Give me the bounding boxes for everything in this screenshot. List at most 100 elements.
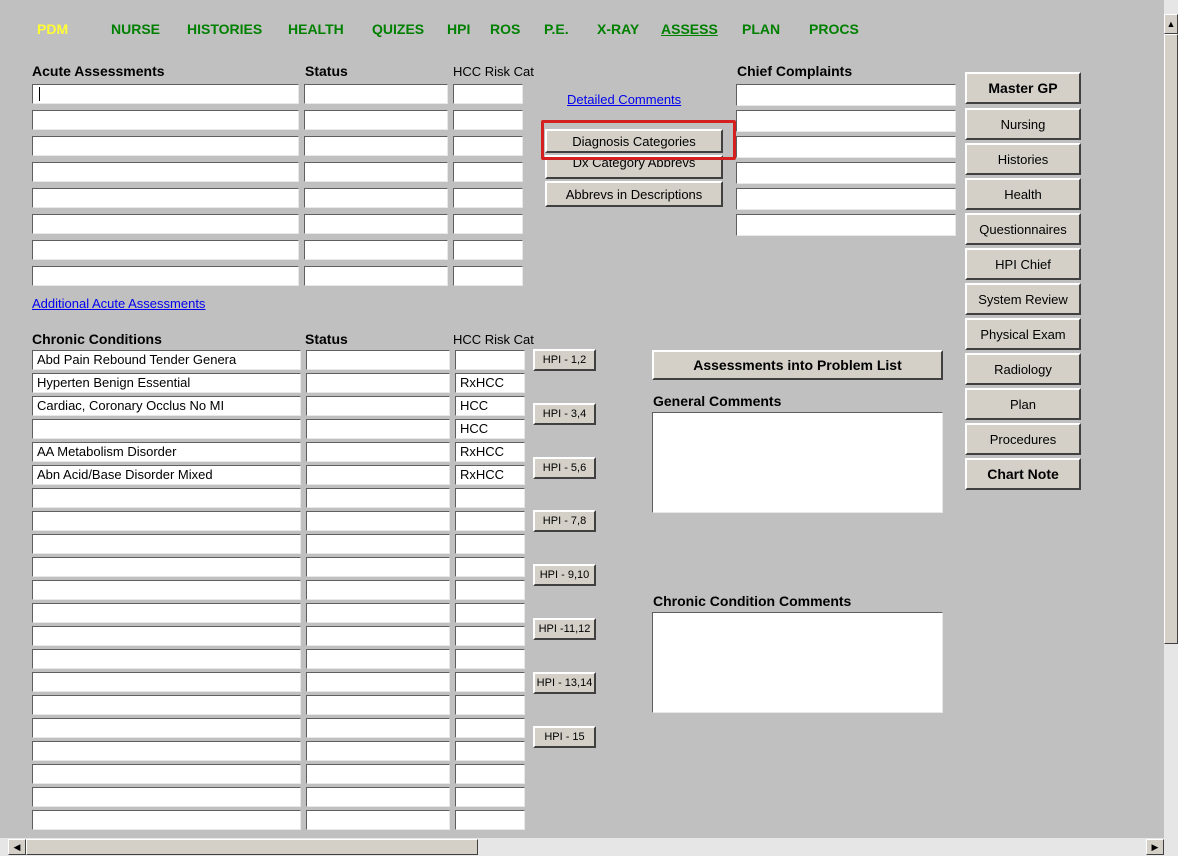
acute-status-input[interactable] xyxy=(304,84,448,104)
chronic-hcc-input[interactable] xyxy=(455,810,525,830)
acute-status-input[interactable] xyxy=(304,162,448,182)
system-review-button[interactable]: System Review xyxy=(965,283,1081,315)
chronic-status-input[interactable] xyxy=(306,649,450,669)
chronic-status-input[interactable] xyxy=(306,741,450,761)
chart-note-button[interactable]: Chart Note xyxy=(965,458,1081,490)
chronic-status-input[interactable] xyxy=(306,350,450,370)
nav-health[interactable]: HEALTH xyxy=(288,21,344,37)
chronic-hcc-input[interactable]: RxHCC xyxy=(455,465,525,485)
acute-assessment-input[interactable] xyxy=(32,84,299,104)
chronic-status-input[interactable] xyxy=(306,465,450,485)
nav-nurse[interactable]: NURSE xyxy=(111,21,160,37)
chronic-hcc-input[interactable] xyxy=(455,672,525,692)
nav-xray[interactable]: X-RAY xyxy=(597,21,639,37)
chronic-condition-input[interactable] xyxy=(32,626,301,646)
chronic-condition-input[interactable]: Cardiac, Coronary Occlus No MI xyxy=(32,396,301,416)
chief-complaint-input[interactable] xyxy=(736,84,956,106)
master-gp-button[interactable]: Master GP xyxy=(965,72,1081,104)
general-comments-textarea[interactable] xyxy=(652,412,943,513)
acute-hcc-input[interactable] xyxy=(453,188,523,208)
chronic-condition-input[interactable] xyxy=(32,695,301,715)
chronic-hcc-input[interactable] xyxy=(455,603,525,623)
chronic-condition-input[interactable] xyxy=(32,810,301,830)
chief-complaint-input[interactable] xyxy=(736,110,956,132)
acute-status-input[interactable] xyxy=(304,240,448,260)
hpi-3-4-button[interactable]: HPI - 3,4 xyxy=(533,403,596,425)
chronic-status-input[interactable] xyxy=(306,373,450,393)
additional-acute-assessments-link[interactable]: Additional Acute Assessments xyxy=(32,296,205,311)
nav-hpi[interactable]: HPI xyxy=(447,21,470,37)
chronic-condition-input[interactable] xyxy=(32,764,301,784)
questionnaires-button[interactable]: Questionnaires xyxy=(965,213,1081,245)
chief-complaint-input[interactable] xyxy=(736,136,956,158)
plan-button[interactable]: Plan xyxy=(965,388,1081,420)
chronic-condition-input[interactable]: AA Metabolism Disorder xyxy=(32,442,301,462)
hpi-5-6-button[interactable]: HPI - 5,6 xyxy=(533,457,596,479)
chronic-condition-input[interactable] xyxy=(32,603,301,623)
chronic-status-input[interactable] xyxy=(306,672,450,692)
acute-assessment-input[interactable] xyxy=(32,162,299,182)
chronic-status-input[interactable] xyxy=(306,718,450,738)
detailed-comments-link[interactable]: Detailed Comments xyxy=(567,92,681,107)
acute-assessment-input[interactable] xyxy=(32,188,299,208)
acute-assessment-input[interactable] xyxy=(32,136,299,156)
scroll-up-arrow-icon[interactable]: ▲ xyxy=(1164,14,1178,34)
chronic-status-input[interactable] xyxy=(306,695,450,715)
chronic-hcc-input[interactable] xyxy=(455,741,525,761)
procedures-button[interactable]: Procedures xyxy=(965,423,1081,455)
hpi-11-12-button[interactable]: HPI -11,12 xyxy=(533,618,596,640)
chronic-hcc-input[interactable] xyxy=(455,488,525,508)
hpi-7-8-button[interactable]: HPI - 7,8 xyxy=(533,510,596,532)
chronic-status-input[interactable] xyxy=(306,626,450,646)
nav-pdm[interactable]: PDM xyxy=(37,21,68,37)
chronic-status-input[interactable] xyxy=(306,603,450,623)
chronic-condition-input[interactable] xyxy=(32,534,301,554)
chronic-hcc-input[interactable] xyxy=(455,511,525,531)
radiology-button[interactable]: Radiology xyxy=(965,353,1081,385)
scroll-right-arrow-icon[interactable]: ▶ xyxy=(1146,839,1164,855)
hpi-9-10-button[interactable]: HPI - 9,10 xyxy=(533,564,596,586)
vertical-scroll-thumb[interactable] xyxy=(1164,34,1178,644)
acute-status-input[interactable] xyxy=(304,266,448,286)
acute-hcc-input[interactable] xyxy=(453,136,523,156)
chronic-condition-input[interactable] xyxy=(32,649,301,669)
horizontal-scroll-thumb[interactable] xyxy=(26,839,478,855)
chief-complaint-input[interactable] xyxy=(736,214,956,236)
chronic-hcc-input[interactable]: RxHCC xyxy=(455,373,525,393)
chronic-condition-input[interactable] xyxy=(32,580,301,600)
chronic-status-input[interactable] xyxy=(306,787,450,807)
chronic-condition-input[interactable] xyxy=(32,488,301,508)
chronic-condition-input[interactable]: Hyperten Benign Essential xyxy=(32,373,301,393)
acute-hcc-input[interactable] xyxy=(453,240,523,260)
scroll-left-arrow-icon[interactable]: ◀ xyxy=(8,839,26,855)
chronic-status-input[interactable] xyxy=(306,810,450,830)
health-button[interactable]: Health xyxy=(965,178,1081,210)
chronic-condition-input[interactable] xyxy=(32,718,301,738)
acute-hcc-input[interactable] xyxy=(453,110,523,130)
chronic-hcc-input[interactable] xyxy=(455,626,525,646)
nav-plan[interactable]: PLAN xyxy=(742,21,780,37)
chronic-status-input[interactable] xyxy=(306,488,450,508)
chief-complaint-input[interactable] xyxy=(736,188,956,210)
chronic-hcc-input[interactable] xyxy=(455,649,525,669)
assessments-into-problem-list-button[interactable]: Assessments into Problem List xyxy=(652,350,943,380)
chronic-hcc-input[interactable] xyxy=(455,350,525,370)
hpi-1-2-button[interactable]: HPI - 1,2 xyxy=(533,349,596,371)
chief-complaint-input[interactable] xyxy=(736,162,956,184)
chronic-hcc-input[interactable] xyxy=(455,695,525,715)
acute-assessment-input[interactable] xyxy=(32,214,299,234)
chronic-condition-input[interactable] xyxy=(32,511,301,531)
nursing-button[interactable]: Nursing xyxy=(965,108,1081,140)
chronic-condition-input[interactable] xyxy=(32,557,301,577)
acute-assessment-input[interactable] xyxy=(32,266,299,286)
acute-hcc-input[interactable] xyxy=(453,84,523,104)
hpi-chief-button[interactable]: HPI Chief xyxy=(965,248,1081,280)
chronic-hcc-input[interactable] xyxy=(455,787,525,807)
hpi-13-14-button[interactable]: HPI - 13,14 xyxy=(533,672,596,694)
chronic-status-input[interactable] xyxy=(306,557,450,577)
acute-hcc-input[interactable] xyxy=(453,162,523,182)
physical-exam-button[interactable]: Physical Exam xyxy=(965,318,1081,350)
chronic-condition-input[interactable] xyxy=(32,787,301,807)
chronic-status-input[interactable] xyxy=(306,511,450,531)
chronic-status-input[interactable] xyxy=(306,534,450,554)
